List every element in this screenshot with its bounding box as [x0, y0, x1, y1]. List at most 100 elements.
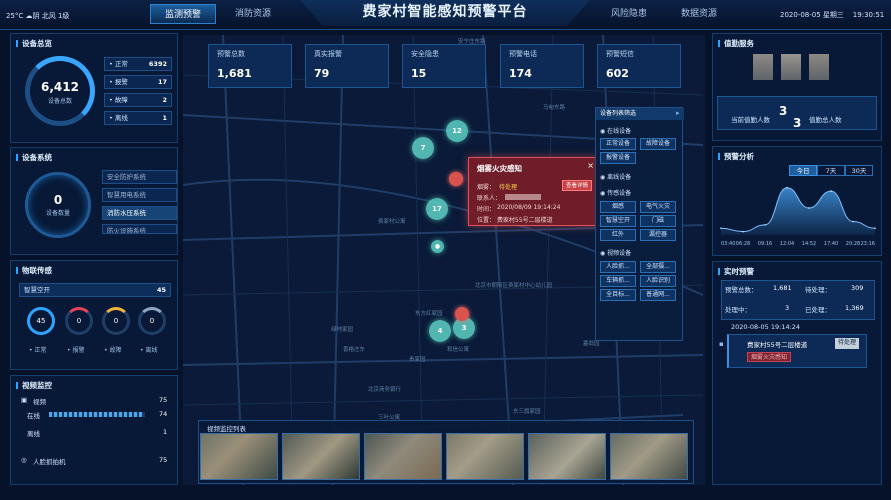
system-item-water[interactable]: 消防水压系统: [102, 206, 177, 220]
filter-sensor-header[interactable]: ◉ 传感设备: [600, 188, 631, 197]
filter-infrared-button[interactable]: 红外: [600, 229, 636, 241]
device-cluster-bubble[interactable]: 7: [412, 137, 434, 159]
chart-x-tick-label: 14:52: [802, 241, 816, 247]
avatar[interactable]: [753, 54, 773, 80]
stat-card: 真实报警 79: [305, 44, 389, 88]
tab-7days[interactable]: 7天: [817, 165, 845, 176]
panel-title: 设备系统: [16, 152, 52, 163]
online-bar-track: [49, 412, 145, 417]
chart-x-tick-label: 20:28: [846, 241, 860, 247]
stat-card-label: 预警短信: [606, 50, 634, 58]
video-thumbnail[interactable]: [282, 433, 360, 480]
panel-title: 实时预警: [718, 266, 754, 277]
chart-point: [720, 227, 722, 230]
popup-location-label: 位置：: [477, 217, 496, 224]
stat-offline: • 离线 1: [104, 111, 172, 125]
system-item-security[interactable]: 安全防护系统: [102, 170, 177, 184]
map-label: 费家村公寓: [378, 219, 406, 225]
forecast-panel: 预警分析 今日 7天 30天 03:40 06:28 09:16 12:04 14:52…: [712, 146, 882, 256]
filter-network-button[interactable]: 普通网...: [640, 289, 676, 301]
iot-sub-value: 45: [156, 286, 166, 294]
filter-alarm-button[interactable]: 报警设备: [600, 152, 636, 164]
video-label: 视频: [33, 398, 46, 406]
event-timestamp: 2020-08-05 19:14:24: [731, 323, 801, 331]
face-label: 人脸抓拍机: [33, 458, 66, 466]
offline-value: 1: [163, 428, 168, 436]
alarm-marker-icon[interactable]: [449, 172, 463, 186]
nav-risk[interactable]: 风险隐患: [596, 4, 662, 24]
device-cluster-bubble[interactable]: 4: [429, 320, 451, 342]
stat-label: 离线: [114, 114, 128, 122]
contact-redacted: [505, 194, 541, 200]
realtime-done-value: 1,369: [845, 304, 864, 312]
video-thumbnail[interactable]: [610, 433, 688, 480]
realtime-pending-label: 待处理：: [805, 286, 831, 294]
gauge-alarm: 0: [65, 307, 93, 335]
avatar[interactable]: [809, 54, 829, 80]
device-cluster-bubble[interactable]: 12: [446, 120, 468, 142]
filter-fault-button[interactable]: 故障设备: [640, 138, 676, 150]
filter-offline-header[interactable]: ◉ 离线设备: [600, 172, 631, 181]
filter-smoke-button[interactable]: 烟感: [600, 201, 636, 213]
device-cluster-bubble[interactable]: 17: [426, 198, 448, 220]
alarm-marker-icon[interactable]: [455, 307, 469, 321]
popup-status-label: 烟雾：: [477, 184, 496, 191]
legend-normal: • 正常: [29, 347, 47, 354]
filter-face-capture-button[interactable]: 人脸抓...: [600, 261, 636, 273]
event-card[interactable]: 费家村55号二层楼道 烟雾火灾感知 待处理: [727, 334, 867, 368]
filter-all-target-button[interactable]: 全目标...: [600, 289, 636, 301]
event-pending-button[interactable]: 待处理: [835, 338, 860, 349]
stat-value: 17: [157, 78, 167, 86]
duty-total-label: 值勤总人数: [809, 116, 842, 124]
nav-monitoring[interactable]: 监测预警: [150, 4, 216, 24]
system-item-fire[interactable]: 防火设施系统: [102, 224, 177, 234]
camera-marker-icon[interactable]: ●: [431, 240, 444, 253]
map-label: 贵家园: [409, 357, 426, 363]
filter-all-camera-button[interactable]: 全部摄...: [640, 261, 676, 273]
stat-value: 1: [162, 114, 167, 122]
filter-title: 设备列表筛选: [596, 108, 684, 120]
avatar[interactable]: [781, 54, 801, 80]
filter-electric-button[interactable]: 电气火灾: [640, 201, 676, 213]
view-details-button[interactable]: 查看详情: [561, 180, 592, 191]
online-label: 在线: [27, 412, 40, 420]
stat-card-label: 预警总数: [217, 50, 245, 58]
filter-vehicle-button[interactable]: 车辆抓...: [600, 275, 636, 287]
filter-video-header[interactable]: ◉ 视频设备: [600, 248, 631, 257]
filter-online-header[interactable]: ◉ 在线设备: [600, 126, 631, 135]
system-item-electric[interactable]: 智慧用电系统: [102, 188, 177, 202]
filter-leak-button[interactable]: 漏控器: [640, 229, 676, 241]
legend-alarm: • 报警: [67, 347, 85, 354]
filter-normal-button[interactable]: 正常设备: [600, 138, 636, 150]
close-icon[interactable]: ×: [587, 161, 594, 170]
chart-point: [874, 227, 876, 230]
collapse-icon[interactable]: ▸: [676, 109, 680, 117]
chart-point: [852, 220, 854, 223]
gauge-offline: 0: [138, 307, 166, 335]
video-thumbnail[interactable]: [446, 433, 524, 480]
nav-data[interactable]: 数据资源: [666, 4, 732, 24]
realtime-total-label: 预警总数：: [725, 286, 758, 294]
map-label: 东三旗家园: [513, 409, 541, 415]
tab-today[interactable]: 今日: [789, 165, 817, 176]
iot-sub-row: 智慧空开 45: [19, 283, 171, 297]
video-thumbnail[interactable]: [528, 433, 606, 480]
realtime-done-label: 已处理：: [805, 306, 831, 314]
map-label: 绿地家园: [331, 327, 354, 333]
tab-30days[interactable]: 30天: [845, 165, 873, 176]
filter-face-recognition-button[interactable]: 人脸识别: [640, 275, 676, 287]
panel-title: 视频监控: [16, 380, 52, 391]
video-thumbnail[interactable]: [364, 433, 442, 480]
map[interactable]: 安宁庄东路 马甸东路 费家村公寓 北京市朝阳区费家村中心幼儿园 东方红家园 和信…: [183, 35, 705, 485]
duty-total: 3: [793, 116, 802, 130]
video-thumbnail[interactable]: [200, 433, 278, 480]
stat-card: 预警短信 602: [597, 44, 681, 88]
map-label: 香格庄东: [343, 347, 366, 353]
duty-current-label: 当前值勤人数: [731, 116, 770, 124]
video-icon: ▣: [21, 396, 28, 404]
nav-fire-resources[interactable]: 消防资源: [220, 4, 286, 24]
filter-switch-button[interactable]: 智慧空开: [600, 215, 636, 227]
chart-x-tick-label: 06:28: [736, 241, 750, 247]
filter-door-button[interactable]: 门磁: [640, 215, 676, 227]
offline-label: 离线: [27, 430, 40, 438]
